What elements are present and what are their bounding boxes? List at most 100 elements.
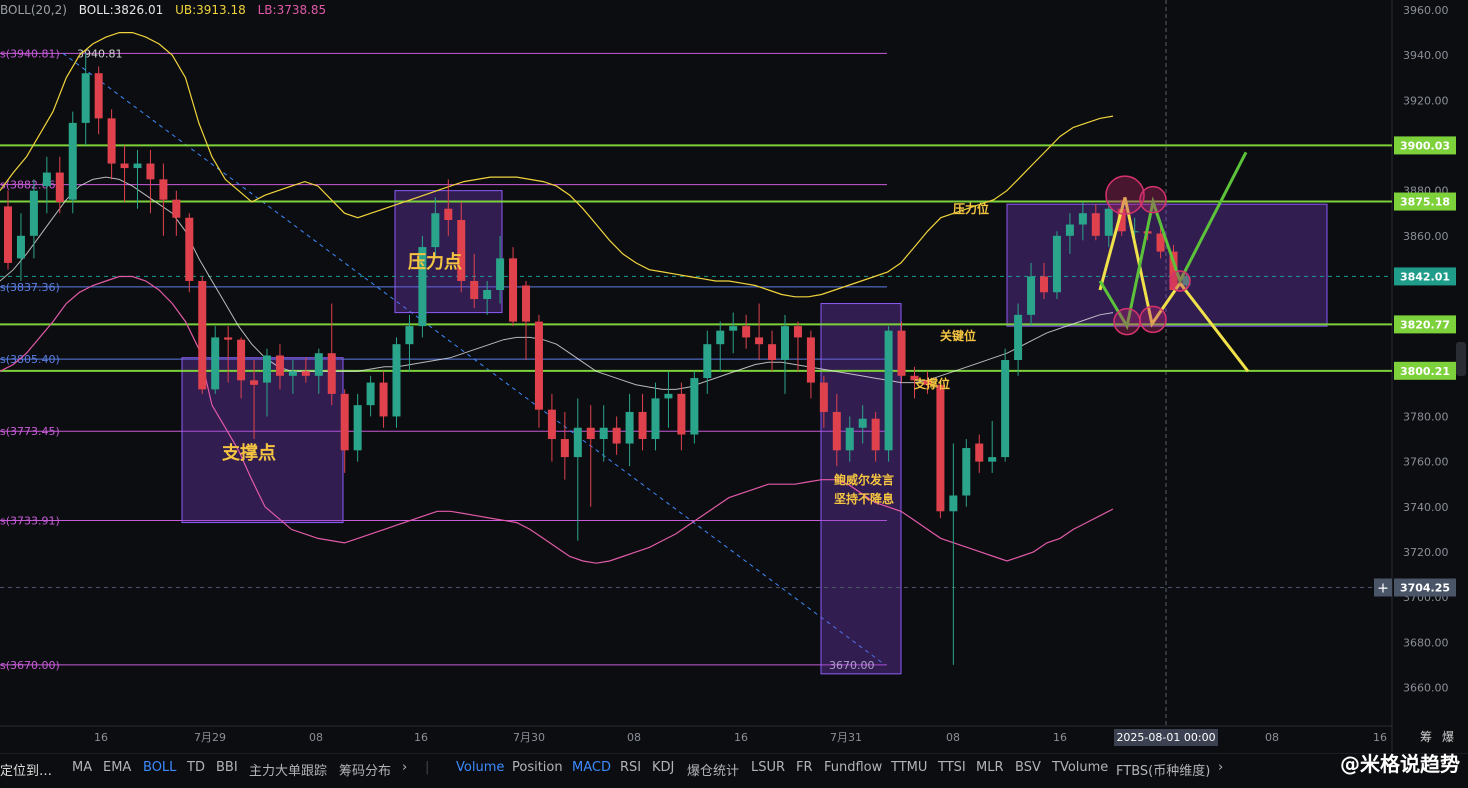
tab-bbi[interactable]: BBI [216,760,238,775]
tab-main-order-tracking[interactable]: 主力大单跟踪 [249,760,327,779]
candle-body [884,330,893,451]
tab-td[interactable]: TD [187,760,205,775]
candle-body [949,495,958,512]
y-tick-label: 3960.00 [1403,4,1449,17]
tab-macd[interactable]: MACD [572,760,611,775]
candle-body [496,258,505,290]
y-tick-label: 3940.00 [1403,49,1449,62]
tab-ma[interactable]: MA [72,760,92,775]
candle-body [729,326,738,331]
horizontal-level-label: s(3670.00) [0,659,60,672]
candle-body [664,393,673,399]
candle-body [768,344,777,360]
tab-ttmu[interactable]: TTMU [891,760,927,775]
candle-body [146,163,155,180]
chevron-right-icon[interactable]: › [402,760,407,775]
tab-rsi[interactable]: RSI [620,760,641,775]
tab-chip-distribution[interactable]: 筹码分布 [339,760,391,779]
tab-position[interactable]: Position [512,760,563,775]
candle-body [936,384,945,512]
tab-fr[interactable]: FR [796,760,813,775]
plus-icon: + [1377,581,1389,597]
candle-body [703,344,712,379]
price-tag-label: 3704.25 [1400,582,1450,595]
pivot-circle [1139,185,1167,214]
y-tick-label: 3660.00 [1403,681,1449,694]
horizontal-level-label: s(3773.45) [0,425,60,438]
tab-kdj[interactable]: KDJ [652,760,674,775]
x-tick-label: 08 [627,731,641,744]
candle-body [858,418,867,428]
tab-ftbs[interactable]: FTBS(币种维度) [1116,760,1210,779]
candle-body [1065,224,1074,236]
candle-body [107,118,116,164]
candle-body [81,73,90,123]
candle-body [625,411,634,444]
candle-body [1014,314,1023,360]
x-tick-label: 16 [1373,731,1387,744]
price-chart[interactable]: 3660.003680.003700.003720.003740.003760.… [0,0,1468,752]
x-tick-label: 16 [94,731,108,744]
candle-body [379,382,388,417]
candle-body [68,122,77,200]
tab-tvolume[interactable]: TVolume [1052,760,1108,775]
y-tick-label: 3760.00 [1403,456,1449,469]
legend-name: BOLL(20,2) [0,3,67,17]
candle-body [522,285,530,322]
candle-body [185,217,194,281]
candle-body [547,409,556,440]
candle-body [819,382,828,412]
tab-ema[interactable]: EMA [103,760,131,775]
annotation-label: 支撑点 [221,442,276,464]
candle-body [1027,276,1036,315]
candle-body [806,337,815,383]
x-tick-label: 16 [414,731,428,744]
candle-body [573,427,582,458]
tab-liquidation-stats[interactable]: 爆仓统计 [687,760,739,779]
candle-body [250,380,259,385]
watermark: @米格说趋势 [1340,752,1460,776]
candle-body [133,163,142,169]
y-tick-label: 3780.00 [1403,410,1449,423]
tab-boll[interactable]: BOLL [143,760,176,775]
candle-body [55,172,64,202]
side-label: 筹 [1420,730,1432,744]
tab-volume[interactable]: Volume [456,760,504,775]
price-tag-label: 3875.18 [1400,196,1450,209]
candle-body [470,280,479,300]
tab-ttsi[interactable]: TTSI [938,760,966,775]
candle-body [16,235,25,259]
x-tick-label: 08 [946,731,960,744]
locate-button[interactable]: 定位到… [0,760,52,779]
candle-body [1040,276,1048,293]
candle-body [690,378,699,435]
candle-body [716,330,725,345]
candle-body [988,457,997,462]
candle-body [560,439,569,458]
y-tick-label: 3860.00 [1403,230,1449,243]
annotation-label: 压力点 [408,251,462,273]
candle-body [651,398,660,440]
chevron-right-icon[interactable]: › [1218,760,1223,775]
candle-body [781,326,789,360]
horizontal-level-label: s(3837.36) [0,281,60,294]
candle-body [275,355,284,376]
legend-boll: BOLL:3826.01 [78,3,164,17]
tab-bsv[interactable]: BSV [1015,760,1041,775]
candle-body [534,321,543,410]
candle-body [742,326,751,338]
candle-body [832,411,841,451]
tab-fundflow[interactable]: Fundflow [824,760,882,775]
candle-body [962,448,971,496]
candle-body [975,443,984,462]
legend-ub: UB:3913.18 [175,3,246,17]
candle-body [314,353,323,376]
side-panel-handle[interactable] [1456,342,1466,376]
candle-body [897,330,906,376]
tab-lsur[interactable]: LSUR [751,760,785,775]
tab-mlr[interactable]: MLR [976,760,1004,775]
pivot-circle [1105,175,1145,215]
price-tag-label: 3820.77 [1400,318,1450,331]
y-tick-label: 3680.00 [1403,636,1449,649]
candle-body [237,339,246,381]
